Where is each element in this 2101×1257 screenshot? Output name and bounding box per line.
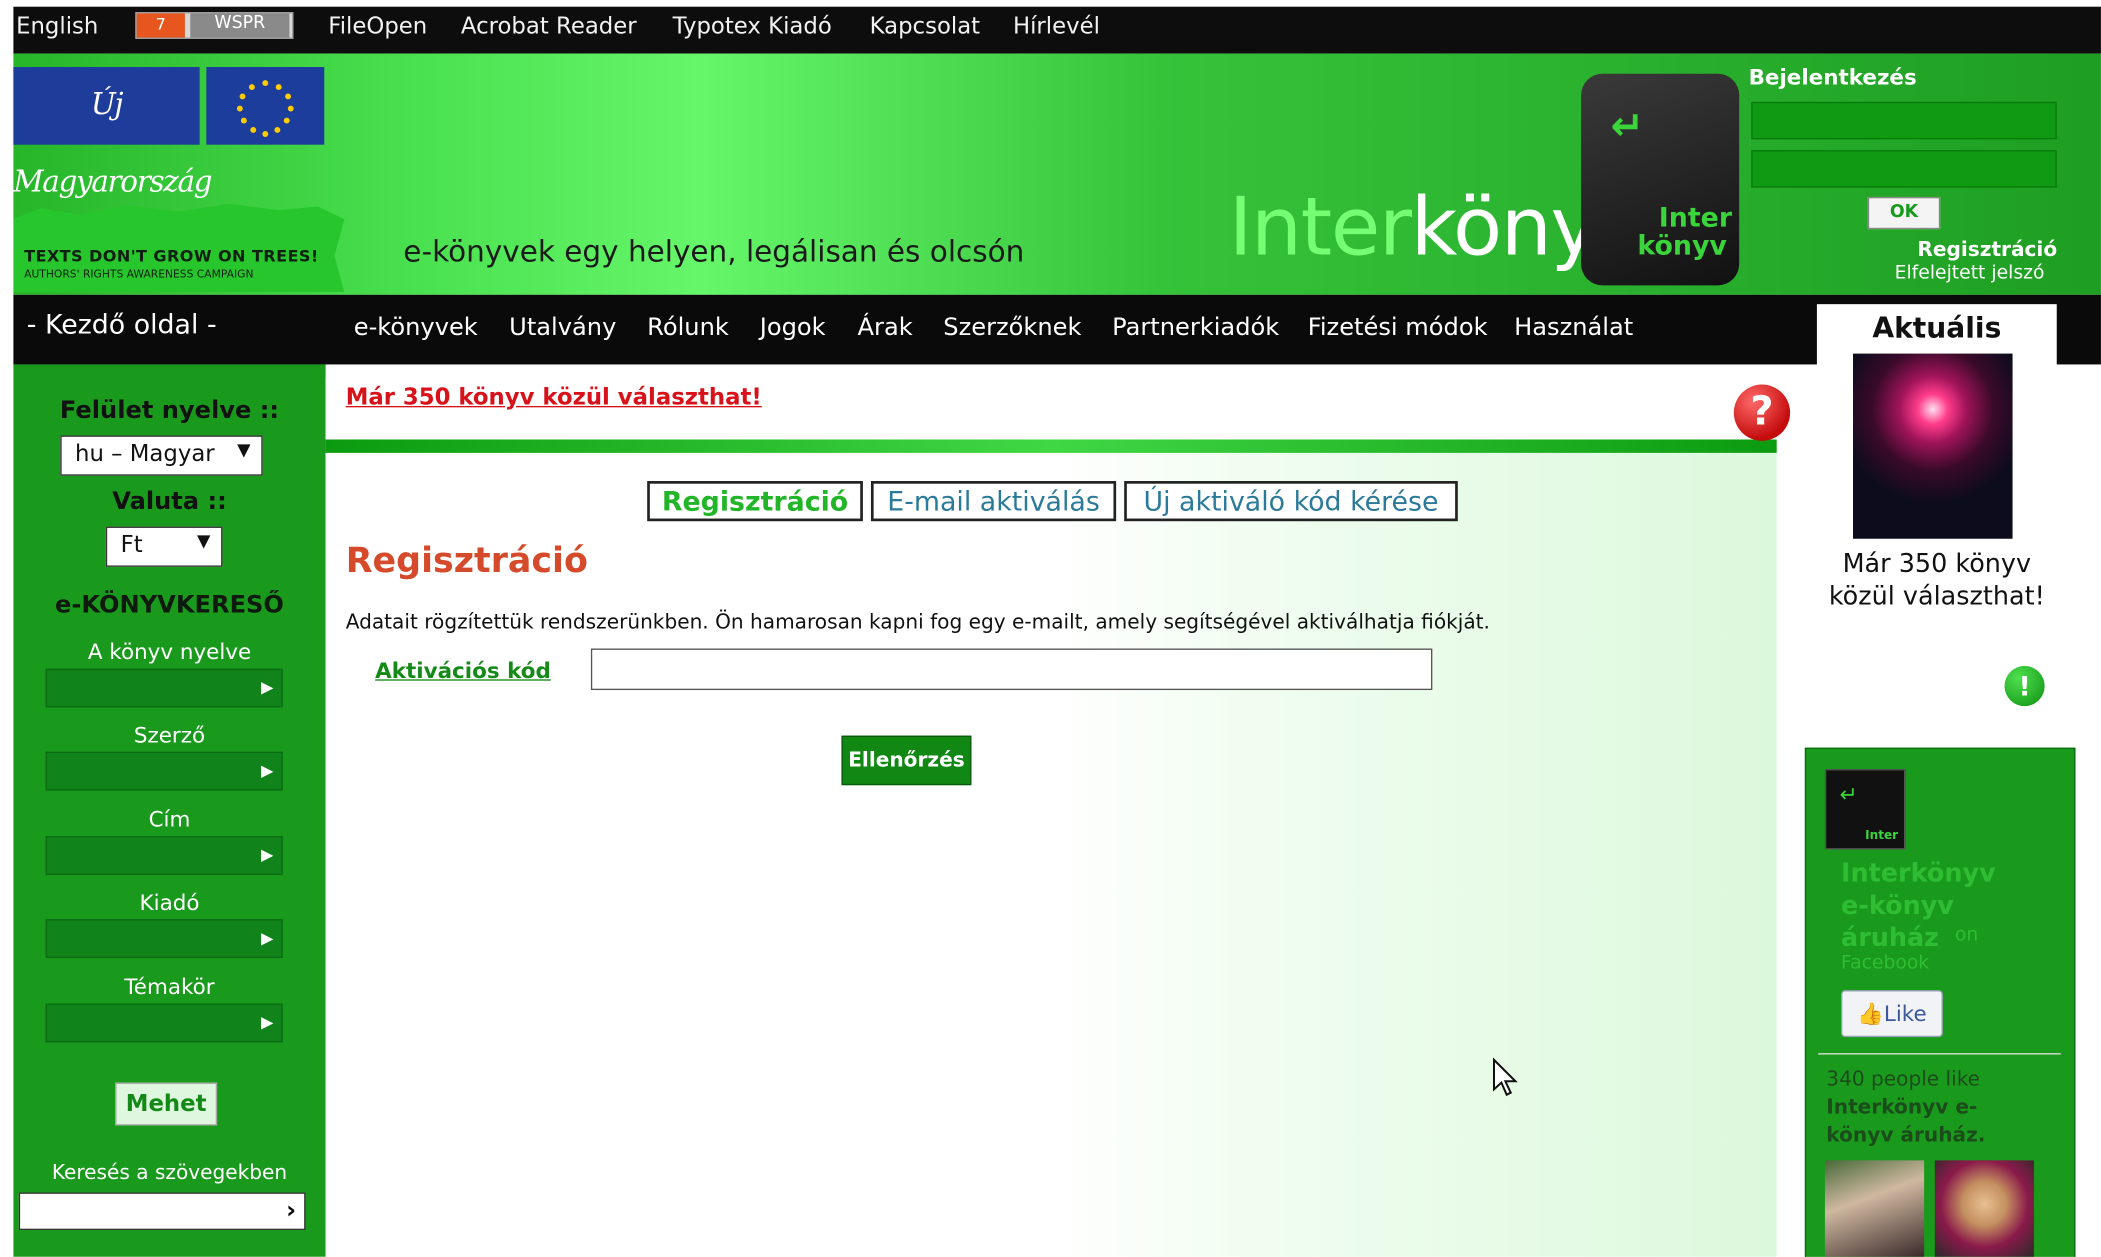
announcement-link[interactable]: Már 350 könyv közül választhat! — [346, 385, 762, 412]
filter-language-field[interactable]: ▶ — [45, 668, 283, 708]
top-link-hirlevel[interactable]: Hírlevél — [1013, 13, 1100, 40]
play-arrow-icon: ▶ — [260, 1012, 274, 1032]
nav-arak[interactable]: Árak — [858, 314, 913, 342]
mouse-cursor-icon — [1490, 1057, 1519, 1103]
grow-subtitle: AUTHORS' RIGHTS AWARENESS CAMPAIGN — [24, 267, 254, 281]
filter-label-topic: Témakör — [124, 974, 215, 1000]
facebook-page-thumbnail[interactable]: ↵ Inter — [1824, 769, 1906, 850]
ui-language-label: Felület nyelve :: — [59, 396, 280, 425]
play-arrow-icon: ▶ — [260, 928, 274, 948]
like-label: Like — [1883, 1000, 1927, 1027]
tab-new-activation-code[interactable]: Új aktiváló kód kérése — [1124, 481, 1458, 522]
filter-publisher-field[interactable]: ▶ — [45, 919, 283, 959]
currency-select[interactable]: Ft ▼ — [105, 526, 223, 567]
nav-ekonyvek[interactable]: e-könyvek — [354, 314, 478, 342]
thumb-label: Inter — [1865, 829, 1899, 843]
brand-part-inter: Inter — [1228, 180, 1412, 275]
filter-label-title: Cím — [148, 806, 191, 833]
fb-count-line: 340 people like — [1826, 1066, 1981, 1091]
password-field[interactable] — [1751, 150, 2057, 188]
login-ok-button[interactable]: OK — [1867, 196, 1941, 230]
fireworks-image[interactable] — [1853, 353, 2013, 539]
filter-topic-field[interactable]: ▶ — [45, 1003, 283, 1043]
enter-key-logo: ↵ Inter könyv — [1581, 73, 1740, 286]
filter-label-publisher: Kiadó — [139, 889, 200, 916]
currency-label: Valuta :: — [112, 487, 227, 516]
nav-hasznalat[interactable]: Használat — [1514, 314, 1633, 342]
uj-magyarorszag-logo[interactable]: Új Magyarország — [13, 66, 213, 200]
wspr-badge[interactable]: 7 WSPR — [135, 12, 294, 39]
filter-author-field[interactable]: ▶ — [45, 751, 283, 791]
top-link-kapcsolat[interactable]: Kapcsolat — [870, 13, 980, 40]
chevron-right-icon: › — [286, 1196, 297, 1225]
aktualis-text[interactable]: Már 350 könyv közül választhat! — [1817, 548, 2057, 612]
facebook-like-count: 340 people like Interkönyv e- könyv áruh… — [1826, 1065, 1985, 1149]
dropdown-arrow-icon: ▼ — [237, 440, 251, 461]
filter-title-field[interactable]: ▶ — [45, 836, 283, 875]
search-go-button[interactable]: Mehet — [115, 1082, 218, 1126]
ui-language-value: hu – Magyar — [75, 440, 215, 468]
fb-on-text: on — [1954, 924, 1979, 946]
home-link[interactable]: - Kezdő oldal - — [27, 308, 217, 340]
forgot-password-link[interactable]: Elfelejtett jelszó — [1895, 263, 2045, 284]
activation-code-input[interactable] — [590, 648, 1433, 691]
register-link[interactable]: Regisztráció — [1917, 237, 2057, 261]
tab-registration[interactable]: Regisztráció — [647, 481, 863, 522]
currency-value: Ft — [120, 531, 143, 559]
play-arrow-icon: ▶ — [260, 761, 274, 780]
eu-flag-logo — [206, 66, 325, 145]
badge-number: 7 — [136, 13, 185, 38]
ebook-search-title: e-KÖNYVKERESŐ — [55, 590, 284, 620]
filter-label-author: Szerző — [133, 722, 206, 748]
fb-count-line[interactable]: könyv áruház. — [1826, 1121, 1985, 1149]
dropdown-arrow-icon: ▼ — [196, 531, 211, 553]
enter-arrow-icon: ↵ — [1610, 103, 1645, 151]
thumbs-up-icon: 👍 — [1857, 1000, 1884, 1027]
fb-facebook-link[interactable]: Facebook — [1841, 953, 1929, 974]
top-link-fileopen[interactable]: FileOpen — [328, 13, 427, 40]
fulltext-search-input[interactable]: › — [18, 1192, 306, 1231]
tagline: e-könyvek egy helyen, legálisan és olcsó… — [403, 235, 1025, 270]
fb-name-line: e-könyv — [1841, 891, 1954, 921]
aktualis-title: Aktuális — [1872, 312, 2002, 345]
nav-utalvany[interactable]: Utalvány — [509, 314, 616, 342]
nav-fizetesi-modok[interactable]: Fizetési módok — [1308, 314, 1488, 342]
top-bar: English 7 WSPR FileOpen Acrobat Reader T… — [13, 6, 2101, 54]
check-button[interactable]: Ellenőrzés — [841, 735, 972, 786]
fb-name-line: Interkönyv — [1841, 858, 1996, 889]
nav-rolunk[interactable]: Rólunk — [647, 314, 729, 342]
enter-arrow-icon: ↵ — [1839, 781, 1858, 807]
fb-count-line[interactable]: Interkönyv e- — [1826, 1093, 1985, 1121]
fan-avatar[interactable] — [1824, 1160, 1925, 1257]
badge-label: WSPR — [190, 13, 290, 38]
top-link-acrobat[interactable]: Acrobat Reader — [461, 13, 637, 40]
play-arrow-icon: ▶ — [260, 845, 274, 865]
nav-szerzoknek[interactable]: Szerzőknek — [943, 314, 1081, 342]
green-separator — [325, 439, 1777, 453]
eu-stars-icon — [236, 80, 294, 137]
fulltext-search-label: Keresés a szövegekben — [51, 1160, 288, 1185]
help-question-icon[interactable]: ? — [1733, 384, 1791, 441]
username-field[interactable] — [1751, 101, 2057, 140]
play-arrow-icon: ▶ — [260, 677, 274, 697]
grow-title: TEXTS DON'T GROW ON TREES! — [24, 246, 319, 266]
activation-code-label[interactable]: Aktivációs kód — [375, 658, 551, 683]
nav-partnerkiadok[interactable]: Partnerkiadók — [1112, 314, 1279, 342]
nav-jogok[interactable]: Jogok — [760, 314, 826, 342]
page-title: Regisztráció — [345, 541, 588, 582]
texts-dont-grow-banner[interactable]: TEXTS DON'T GROW ON TREES! AUTHORS' RIGH… — [13, 203, 345, 293]
english-link[interactable]: English — [16, 13, 98, 40]
filter-label-language: A könyv nyelve — [87, 639, 252, 665]
facebook-like-button[interactable]: 👍Like — [1841, 990, 1943, 1038]
login-title: Bejelentkezés — [1748, 64, 1917, 90]
ui-language-select[interactable]: hu – Magyar ▼ — [60, 435, 263, 476]
fan-avatar[interactable] — [1934, 1160, 2034, 1257]
fb-divider — [1818, 1053, 2061, 1055]
exclamation-icon[interactable]: ! — [2004, 665, 2045, 707]
tab-email-activation[interactable]: E-mail aktiválás — [870, 481, 1117, 522]
key-label-konyv: könyv — [1637, 229, 1727, 262]
info-text: Adatait rögzítettük rendszerünkben. Ön h… — [345, 609, 1490, 634]
top-link-typotex[interactable]: Typotex Kiadó — [673, 13, 832, 40]
main-nav: e-könyvek Utalvány Rólunk Jogok Árak Sze… — [13, 294, 2101, 365]
